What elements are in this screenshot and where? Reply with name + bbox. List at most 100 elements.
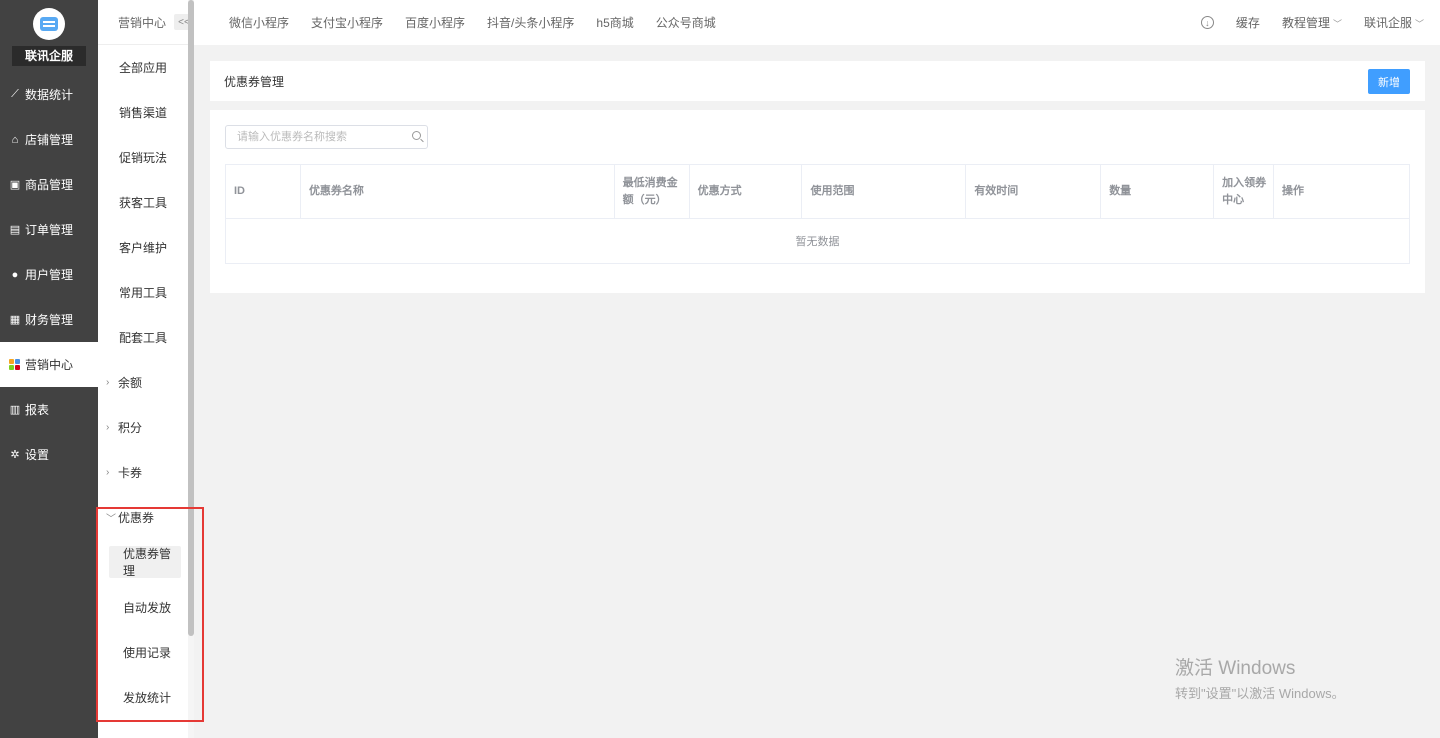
sidebar-item[interactable]: ✲ 设置 <box>0 432 98 477</box>
order-icon: ▤ <box>9 224 21 236</box>
subnav-item[interactable]: 促销玩法 <box>98 135 194 180</box>
platform-tab[interactable]: 支付宝小程序 <box>311 14 383 31</box>
subnav-child-item[interactable]: 使用记录 <box>98 630 194 675</box>
column-header: 加入领券中心 <box>1213 164 1275 219</box>
sidebar-item[interactable]: ⌂ 店铺管理 <box>0 117 98 162</box>
subnav-group[interactable]: › 卡券 <box>98 450 194 495</box>
sidebar-item-label: 报表 <box>25 403 50 417</box>
chevron-down-icon: ﹀ <box>1332 19 1342 29</box>
table-row: 暂无数据 <box>225 218 1410 264</box>
subnav-group[interactable]: › 积分 <box>98 405 194 450</box>
goods-icon: ▣ <box>9 179 21 191</box>
platform-tabs: 微信小程序 支付宝小程序 百度小程序 抖音/头条小程序 h5商城 公众号商城 <box>229 14 738 31</box>
chevron-down-icon: ﹀ <box>1414 19 1424 29</box>
tutorial-label: 教程管理 <box>1281 16 1330 30</box>
chevron-right-icon: › <box>106 377 110 388</box>
subnav-group[interactable]: ﹀ 优惠券 <box>98 495 194 540</box>
sidebar-item-label: 订单管理 <box>25 223 74 237</box>
subnav-group-label: 积分 <box>118 421 143 435</box>
table-header-row: ID 优惠券名称 最低消费金额（元） 优惠方式 使用范围 有效时间 数量 加入领券中心 操作 <box>225 164 1410 219</box>
sidebar-item-label: 营销中心 <box>25 358 74 372</box>
platform-tab[interactable]: 百度小程序 <box>405 14 465 31</box>
sidebar-item[interactable]: ⟋ 数据统计 <box>0 72 98 117</box>
platform-tab[interactable]: 微信小程序 <box>229 14 289 31</box>
subnav-group-label: 卡券 <box>118 466 143 480</box>
sidebar-item[interactable]: ▤ 订单管理 <box>0 207 98 252</box>
subnav-group-label: 余额 <box>118 376 143 390</box>
page-title: 优惠券管理 <box>224 74 285 89</box>
chevron-right-icon: › <box>106 467 110 478</box>
sidebar-item-label: 店铺管理 <box>25 133 74 147</box>
sidebar-item[interactable]: ▥ 报表 <box>0 387 98 432</box>
brand-name: 联讯企服 <box>12 46 86 66</box>
cache-link[interactable]: 缓存 <box>1236 14 1260 31</box>
sidebar-nav: ⟋ 数据统计 ⌂ 店铺管理 ▣ 商品管理 ▤ 订单管理 ● 用户管理 ▦ 财务管理营销中心 ▥ 报表 ✲ 设置 <box>0 72 98 477</box>
user-icon: ● <box>11 268 19 281</box>
subnav-item[interactable]: 客户维护 <box>98 225 194 270</box>
sidebar-item[interactable]: ▣ 商品管理 <box>0 162 98 207</box>
search-input[interactable] <box>225 125 428 149</box>
subnav-item[interactable]: 销售渠道 <box>98 90 194 135</box>
download-icon[interactable]: ↓ <box>1200 16 1214 29</box>
column-header: 操作 <box>1273 164 1410 219</box>
subnav-title: 营销中心 <box>118 15 167 30</box>
page-header-card: 优惠券管理 新增 <box>210 61 1425 101</box>
subnav-item[interactable]: 常用工具 <box>98 270 194 315</box>
top-right-actions: ↓ 缓存 教程管理 ﹀ 联讯企服 ﹀ <box>1179 0 1424 45</box>
secondary-sidebar: 营销中心 << 全部应用 销售渠道 促销玩法 获客工具 客户维护 常用工具 配套工具 › 余额 ›… <box>98 0 194 738</box>
column-header: 最低消费金额（元） <box>613 164 690 219</box>
scrollbar-thumb[interactable] <box>188 0 194 636</box>
sidebar-item-label: 用户管理 <box>25 268 74 282</box>
watermark-subtitle: 转到"设置"以激活 Windows。 <box>1175 686 1345 701</box>
logo-area: 联讯企服 <box>0 0 98 72</box>
sidebar-item-label: 商品管理 <box>25 178 74 192</box>
subnav-item[interactable]: 获客工具 <box>98 180 194 225</box>
subnav-item[interactable]: 全部应用 <box>98 45 194 90</box>
chevron-right-icon: › <box>106 422 110 433</box>
sidebar-item[interactable]: ● 用户管理 <box>0 252 98 297</box>
sidebar-item[interactable]: ▦ 财务管理 <box>0 297 98 342</box>
finance-icon: ▦ <box>9 314 21 326</box>
subnav-group[interactable]: › 余额 <box>98 360 194 405</box>
subnav-item[interactable]: 配套工具 <box>98 315 194 360</box>
logo-icon[interactable] <box>33 8 65 40</box>
platform-tab[interactable]: h5商城 <box>596 14 633 31</box>
platform-tab[interactable]: 公众号商城 <box>656 14 716 31</box>
subnav-group-label: 优惠券 <box>118 511 155 525</box>
empty-text: 暂无数据 <box>225 218 1410 264</box>
platform-tab[interactable]: 抖音/头条小程序 <box>487 14 574 31</box>
account-menu[interactable]: 联讯企服 ﹀ <box>1364 14 1424 31</box>
windows-activation-watermark: 激活 Windows 转到"设置"以激活 Windows。 <box>1175 653 1345 702</box>
settings-icon: ✲ <box>10 449 20 461</box>
subnav-child-item[interactable]: 自动发放 <box>98 585 194 630</box>
subnav-child-item[interactable]: 发放统计 <box>98 675 194 720</box>
marketing-icon <box>9 358 21 371</box>
sidebar-item[interactable]: 营销中心 <box>0 342 98 387</box>
line-chart-icon: ⟋ <box>11 88 19 100</box>
column-header: ID <box>225 164 301 219</box>
watermark-title: 激活 Windows <box>1175 658 1296 679</box>
sidebar-item-label: 财务管理 <box>25 313 74 327</box>
add-button[interactable]: 新增 <box>1368 69 1410 94</box>
tutorial-menu[interactable]: 教程管理 ﹀ <box>1282 14 1342 31</box>
column-header: 优惠方式 <box>688 164 803 219</box>
column-header: 优惠券名称 <box>299 164 615 219</box>
coupon-list-card: ID优惠券名称最低消费金额（元）优惠方式使用范围有效时间数量加入领券中心操作 暂… <box>210 110 1425 293</box>
main-sidebar: 联讯企服 ⟋ 数据统计 ⌂ 店铺管理 ▣ 商品管理 ▤ 订单管理 ● 用户管理 ▦ 财务管理营销中心 ▥… <box>0 0 98 738</box>
column-header: 数量 <box>1100 164 1215 219</box>
subnav-list: 全部应用 销售渠道 促销玩法 获客工具 客户维护 常用工具 配套工具 › 余额 › 积分 › 卡券 ﹀ 优惠… <box>98 45 194 720</box>
sidebar-item-label: 设置 <box>25 448 50 462</box>
column-header: 使用范围 <box>801 164 967 219</box>
top-bar: 微信小程序 支付宝小程序 百度小程序 抖音/头条小程序 h5商城 公众号商城 ↓ 缓存 教… <box>194 0 1440 45</box>
store-icon: ⌂ <box>11 133 19 146</box>
subnav-child-item[interactable]: 优惠券管理 <box>109 546 181 578</box>
subnav-scrollbar[interactable] <box>188 0 194 738</box>
coupon-table: ID 优惠券名称 最低消费金额（元） 优惠方式 使用范围 有效时间 数量 加入领券中心 操作 暂… <box>225 164 1410 264</box>
sidebar-item-label: 数据统计 <box>25 88 74 102</box>
report-icon: ▥ <box>9 404 21 416</box>
column-header: 有效时间 <box>965 164 1102 219</box>
subnav-header: 营销中心 << <box>98 0 194 45</box>
chevron-down-icon: ﹀ <box>106 514 116 525</box>
search-icon[interactable] <box>412 131 421 140</box>
account-label: 联讯企服 <box>1363 16 1412 30</box>
